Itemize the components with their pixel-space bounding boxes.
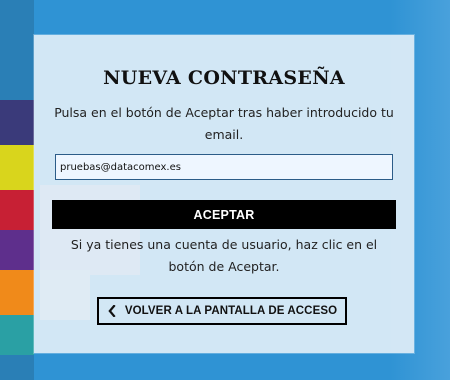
instructions-text: Pulsa en el botón de Aceptar tras haber … <box>54 105 394 142</box>
back-to-login-button[interactable]: VOLVER A LA PANTALLA DE ACCESO <box>97 297 347 325</box>
chevron-left-icon <box>107 305 117 317</box>
color-block-red <box>0 190 34 230</box>
accept-button-label: ACEPTAR <box>193 207 255 222</box>
color-block-teal <box>0 315 34 355</box>
color-block-yellow <box>0 145 34 190</box>
color-block-orange <box>0 270 34 315</box>
back-button-label: VOLVER A LA PANTALLA DE ACCESO <box>124 305 338 317</box>
email-input[interactable] <box>55 154 393 180</box>
accept-button[interactable]: ACEPTAR <box>52 200 396 229</box>
info-text: Si ya tienes una cuenta de usuario, haz … <box>70 237 378 274</box>
page-title: NUEVA CONTRASEÑA <box>103 67 345 89</box>
color-block-navy <box>0 100 34 145</box>
new-password-card: NUEVA CONTRASEÑA Pulsa en el botón de Ac… <box>34 35 414 353</box>
color-block-purple <box>0 230 34 270</box>
